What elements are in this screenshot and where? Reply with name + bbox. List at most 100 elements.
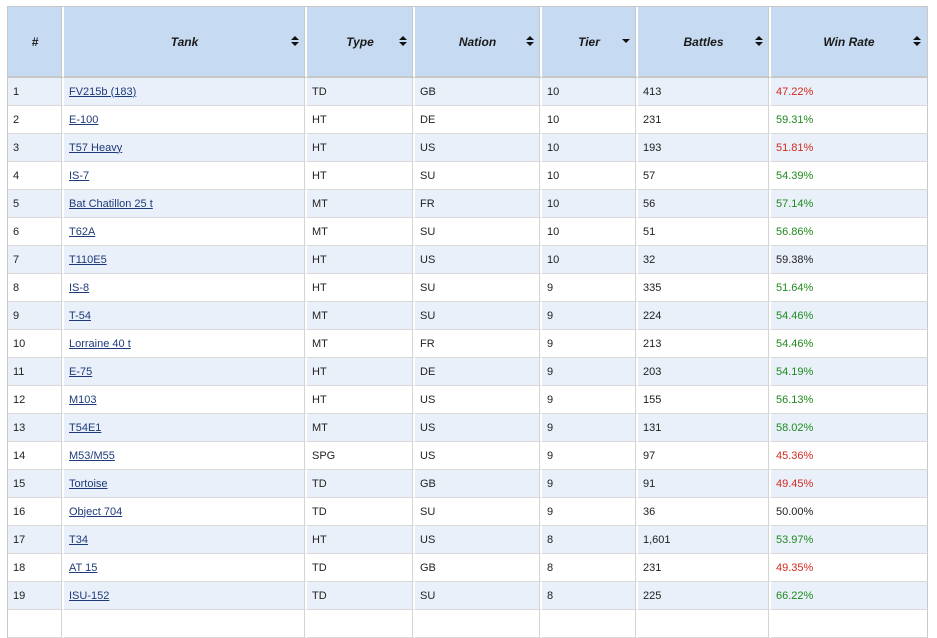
tank-link[interactable]: Object 704 <box>69 506 122 518</box>
tank-link[interactable]: T54E1 <box>69 422 101 434</box>
cell-tier-value: 10 <box>547 141 560 154</box>
table-row: 1 FV215b (183) TD GB 10 413 47.22% <box>8 78 928 106</box>
cell-battles-value: 51 <box>643 225 656 238</box>
table-row: 9 T-54 MT SU 9 224 54.46% <box>8 302 928 330</box>
cell-num-value: 1 <box>13 85 20 98</box>
tank-link[interactable]: ISU-152 <box>69 590 109 602</box>
column-header-win-rate[interactable]: Win Rate <box>771 7 928 78</box>
cell-type-value: MT <box>312 421 328 434</box>
cell-winrate: 54.46% <box>771 330 928 358</box>
cell-battles: 225 <box>638 582 771 610</box>
cell-num-value: 14 <box>13 449 26 462</box>
cell-num-value: 8 <box>13 281 20 294</box>
column-header-tier[interactable]: Tier <box>542 7 638 78</box>
column-header-battles[interactable]: Battles <box>638 7 771 78</box>
cell-type: MT <box>307 218 415 246</box>
cell-winrate: 50.00% <box>771 498 928 526</box>
cell-tier: 10 <box>542 78 638 106</box>
cell-winrate: 66.22% <box>771 582 928 610</box>
tank-link[interactable]: M103 <box>69 394 97 406</box>
cell-battles: 32 <box>638 246 771 274</box>
cell-nation-value: US <box>420 449 436 462</box>
tank-link[interactable]: T57 Heavy <box>69 142 122 154</box>
cell-winrate: 59.31% <box>771 106 928 134</box>
tank-link[interactable]: IS-8 <box>69 282 89 294</box>
cell-nation-value: GB <box>420 85 436 98</box>
cell-battles-value: 91 <box>643 477 656 490</box>
tank-link[interactable]: T34 <box>69 534 88 546</box>
cell-nation-value: DE <box>420 365 436 378</box>
cell-nation: US <box>415 526 542 554</box>
cell-battles-value: 155 <box>643 393 662 406</box>
cell-type: HT <box>307 106 415 134</box>
tank-link[interactable]: E-100 <box>69 114 98 126</box>
cell-winrate-value: 54.46% <box>776 309 814 322</box>
table-row: 4 IS-7 HT SU 10 57 54.39% <box>8 162 928 190</box>
cell-type <box>307 610 415 638</box>
cell-nation: GB <box>415 470 542 498</box>
tank-link[interactable]: T62A <box>69 226 95 238</box>
cell-nation-value: SU <box>420 589 436 602</box>
table-row: 19 ISU-152 TD SU 8 225 66.22% <box>8 582 928 610</box>
cell-tank: M53/M55 <box>64 442 307 470</box>
cell-winrate: 56.86% <box>771 218 928 246</box>
cell-tier: 10 <box>542 218 638 246</box>
cell-winrate-value: 54.19% <box>776 365 814 378</box>
cell-winrate: 51.64% <box>771 274 928 302</box>
cell-num-value: 7 <box>13 253 20 266</box>
cell-winrate: 53.97% <box>771 526 928 554</box>
cell-tank: E-75 <box>64 358 307 386</box>
cell-tank <box>64 610 307 638</box>
sort-descending-icon <box>621 36 630 48</box>
column-header-type[interactable]: Type <box>307 7 415 78</box>
tank-link[interactable]: T-54 <box>69 310 91 322</box>
cell-winrate-value: 56.13% <box>776 393 814 406</box>
cell-tank: Lorraine 40 t <box>64 330 307 358</box>
column-header-rank[interactable]: # <box>8 7 64 78</box>
tank-link[interactable]: M53/M55 <box>69 450 115 462</box>
cell-type: MT <box>307 414 415 442</box>
cell-tier: 10 <box>542 162 638 190</box>
cell-battles-value: 97 <box>643 449 656 462</box>
cell-num-value: 6 <box>13 225 20 238</box>
tank-link[interactable]: Bat Chatillon 25 t <box>69 198 153 210</box>
tank-link[interactable]: AT 15 <box>69 562 97 574</box>
sort-both-icon <box>525 36 534 48</box>
table-header-row: # Tank Type Nation Tier Battles Win Rate <box>8 7 928 78</box>
column-header-win-rate-label: Win Rate <box>823 34 875 49</box>
cell-nation-value: US <box>420 253 436 266</box>
cell-winrate-value: 54.39% <box>776 169 814 182</box>
cell-type: HT <box>307 358 415 386</box>
cell-num: 14 <box>8 442 64 470</box>
table-row: 18 AT 15 TD GB 8 231 49.35% <box>8 554 928 582</box>
cell-nation: GB <box>415 78 542 106</box>
tank-link[interactable]: FV215b (183) <box>69 86 136 98</box>
cell-battles-value: 1,601 <box>643 533 671 546</box>
cell-battles: 36 <box>638 498 771 526</box>
tank-link[interactable]: Tortoise <box>69 478 108 490</box>
cell-type-value: MT <box>312 225 328 238</box>
table-row: 11 E-75 HT DE 9 203 54.19% <box>8 358 928 386</box>
cell-nation: US <box>415 386 542 414</box>
cell-winrate: 51.81% <box>771 134 928 162</box>
cell-num-value: 9 <box>13 309 20 322</box>
tank-link[interactable]: T110E5 <box>69 254 107 266</box>
table-row: 3 T57 Heavy HT US 10 193 51.81% <box>8 134 928 162</box>
cell-nation-value: GB <box>420 561 436 574</box>
cell-battles: 231 <box>638 106 771 134</box>
cell-type: TD <box>307 78 415 106</box>
cell-winrate: 54.46% <box>771 302 928 330</box>
cell-tier-value: 10 <box>547 85 560 98</box>
cell-nation-value: SU <box>420 281 436 294</box>
cell-type: HT <box>307 386 415 414</box>
tank-link[interactable]: IS-7 <box>69 170 89 182</box>
cell-nation <box>415 610 542 638</box>
tank-link[interactable]: E-75 <box>69 366 92 378</box>
cell-num-value: 3 <box>13 141 20 154</box>
cell-tier: 10 <box>542 106 638 134</box>
column-header-tank[interactable]: Tank <box>64 7 307 78</box>
cell-nation: SU <box>415 582 542 610</box>
column-header-nation[interactable]: Nation <box>415 7 542 78</box>
cell-winrate-value: 45.36% <box>776 449 814 462</box>
tank-link[interactable]: Lorraine 40 t <box>69 338 131 350</box>
